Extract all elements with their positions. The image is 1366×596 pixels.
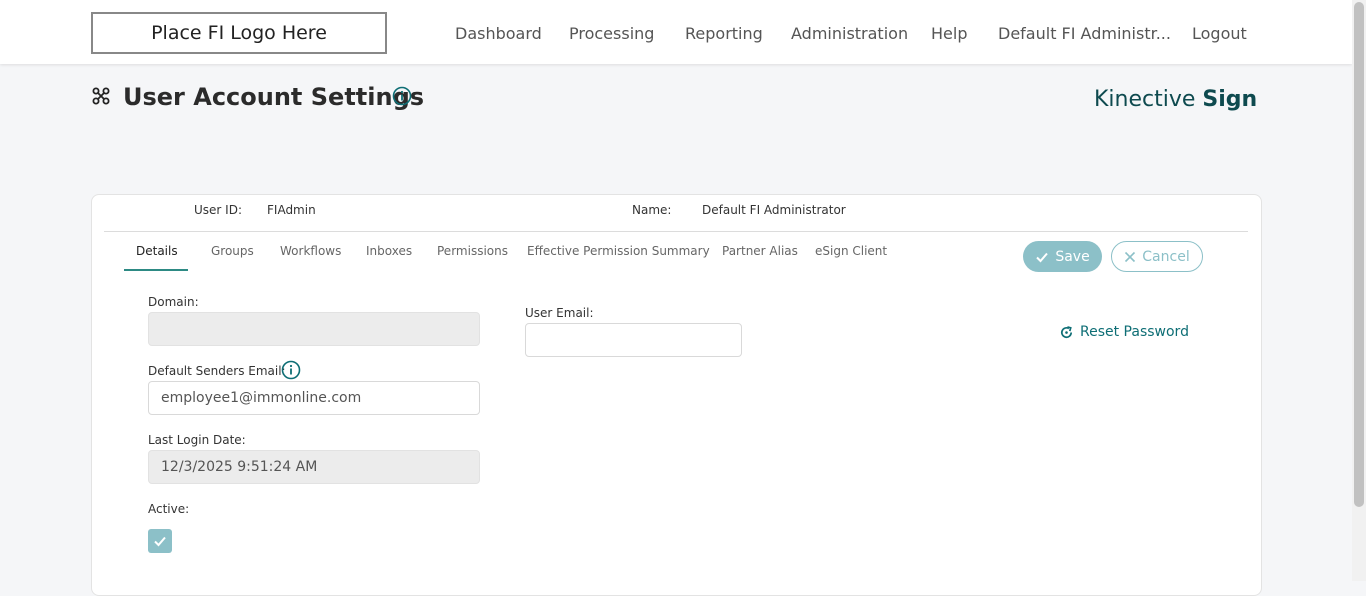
check-icon	[1036, 252, 1049, 262]
nav-reporting[interactable]: Reporting	[685, 24, 763, 43]
brand-bold: Sign	[1202, 87, 1258, 112]
vertical-scrollbar[interactable]	[1352, 0, 1366, 581]
tab-partner-alias[interactable]: Partner Alias	[722, 244, 798, 258]
nav-help[interactable]: Help	[931, 24, 967, 43]
last-login-date-field: 12/3/2025 9:51:24 AM	[148, 450, 480, 484]
brand-logo: Kinective Sign	[1094, 87, 1257, 112]
name-value: Default FI Administrator	[702, 203, 846, 217]
nav-processing[interactable]: Processing	[569, 24, 654, 43]
page-title: User Account Settings	[123, 83, 425, 111]
default-senders-email-field[interactable]: employee1@immonline.com	[148, 381, 480, 415]
cancel-button[interactable]: Cancel	[1111, 241, 1203, 272]
tab-permissions[interactable]: Permissions	[437, 244, 508, 258]
nav-logout[interactable]: Logout	[1192, 24, 1247, 43]
user-id-value: FIAdmin	[267, 203, 316, 217]
refresh-icon	[1061, 325, 1073, 338]
user-id-label: User ID:	[194, 203, 242, 217]
last-login-date-label: Last Login Date:	[148, 433, 246, 447]
close-icon	[1125, 251, 1136, 262]
active-label: Active:	[148, 502, 190, 516]
tab-effective-permission-summary[interactable]: Effective Permission Summary	[527, 244, 710, 258]
reset-password-link[interactable]: Reset Password	[1059, 324, 1189, 340]
tab-workflows[interactable]: Workflows	[280, 244, 341, 258]
domain-field	[148, 312, 480, 346]
cancel-label: Cancel	[1142, 248, 1190, 265]
active-checkbox[interactable]	[148, 529, 172, 553]
brand-light: Kinective	[1094, 87, 1203, 112]
active-tab-indicator	[124, 269, 188, 271]
default-senders-email-label: Default Senders Email:	[148, 364, 286, 378]
scrollbar-thumb[interactable]	[1354, 2, 1364, 507]
domain-label: Domain:	[148, 295, 199, 309]
tab-details[interactable]: Details	[136, 244, 178, 258]
user-email-label: User Email:	[525, 306, 594, 320]
tab-groups[interactable]: Groups	[211, 244, 254, 258]
nav-administration[interactable]: Administration	[791, 24, 908, 43]
nav-dashboard[interactable]: Dashboard	[455, 24, 542, 43]
main-nav: Dashboard Processing Reporting Administr…	[0, 0, 1352, 64]
command-icon	[92, 87, 110, 105]
reset-password-label: Reset Password	[1080, 324, 1189, 340]
save-label: Save	[1055, 248, 1090, 265]
save-button[interactable]: Save	[1023, 241, 1102, 272]
tab-esign-client[interactable]: eSign Client	[815, 244, 887, 258]
name-label: Name:	[632, 203, 672, 217]
check-icon	[154, 536, 166, 547]
info-circle-icon[interactable]	[281, 360, 301, 380]
divider	[104, 231, 1248, 232]
top-navbar: Place FI Logo Here Dashboard Processing …	[0, 0, 1352, 64]
user-email-field[interactable]	[525, 323, 742, 357]
info-circle-icon[interactable]	[392, 86, 412, 106]
tab-inboxes[interactable]: Inboxes	[366, 244, 412, 258]
nav-user-menu[interactable]: Default FI Administr...	[998, 24, 1171, 43]
